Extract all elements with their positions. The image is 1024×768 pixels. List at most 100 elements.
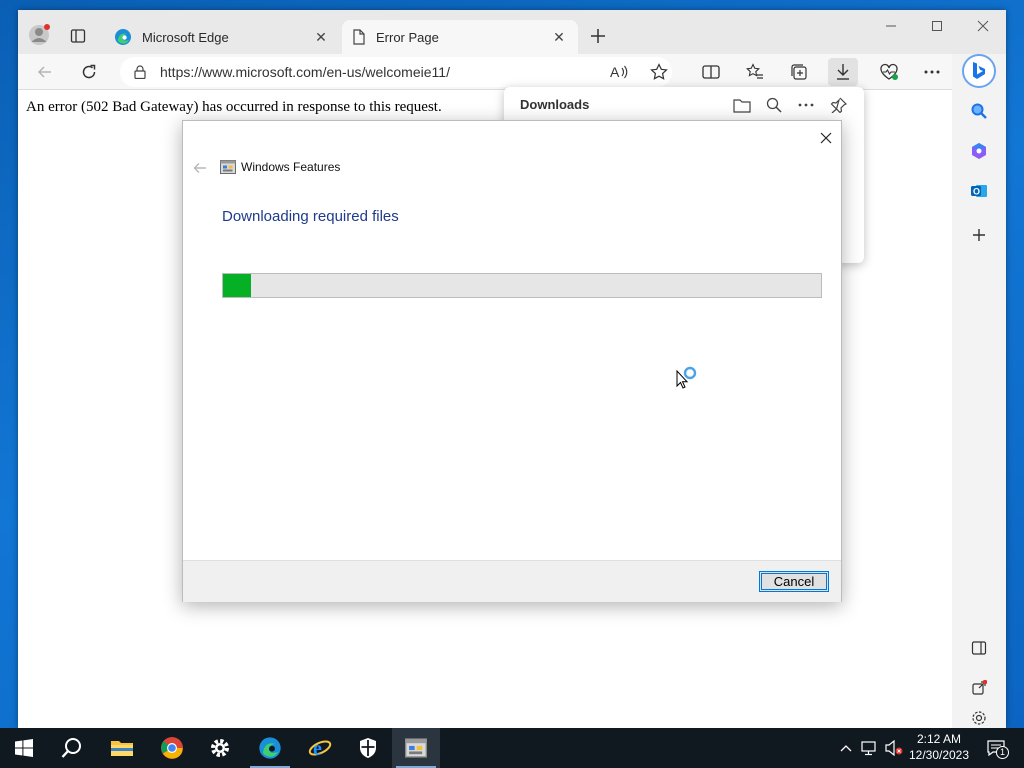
taskbar-chrome[interactable] bbox=[148, 728, 196, 768]
dialog-heading: Downloading required files bbox=[222, 208, 399, 225]
network-icon bbox=[861, 741, 876, 756]
taskbar-file-explorer[interactable] bbox=[98, 728, 146, 768]
close-tab-icon[interactable]: ✕ bbox=[312, 28, 330, 46]
more-icon bbox=[798, 103, 814, 107]
url-text: https://www.microsoft.com/en-us/welcomei… bbox=[160, 64, 450, 80]
taskbar-windows-features[interactable] bbox=[392, 728, 440, 768]
outlook-icon: O bbox=[971, 185, 987, 197]
performance-button[interactable] bbox=[874, 58, 904, 86]
show-hidden-icons-button[interactable] bbox=[836, 738, 856, 758]
refresh-button[interactable] bbox=[74, 58, 104, 86]
clock-date: 12/30/2023 bbox=[908, 748, 970, 762]
read-aloud-button[interactable]: A bbox=[604, 58, 634, 86]
start-button[interactable] bbox=[0, 728, 48, 768]
search-downloads-button[interactable] bbox=[762, 95, 786, 115]
address-bar[interactable]: https://www.microsoft.com/en-us/welcomei… bbox=[120, 57, 672, 87]
tab-strip: Microsoft Edge ✕ Error Page ✕ bbox=[18, 10, 1006, 54]
settings-menu-button[interactable] bbox=[917, 58, 947, 86]
svg-text:A: A bbox=[610, 64, 620, 80]
minimize-icon bbox=[886, 25, 896, 27]
edge-icon bbox=[259, 737, 281, 759]
collections-icon bbox=[791, 64, 807, 80]
tab-label: Microsoft Edge bbox=[142, 29, 229, 45]
downloads-more-button[interactable] bbox=[794, 95, 818, 115]
maximize-icon bbox=[932, 21, 942, 31]
tab-actions-button[interactable] bbox=[66, 24, 90, 48]
new-tab-button[interactable] bbox=[586, 24, 610, 48]
action-center-button[interactable]: 1 bbox=[982, 738, 1010, 759]
folder-icon bbox=[111, 741, 133, 756]
volume-tray-button[interactable] bbox=[884, 738, 904, 758]
taskbar: e 2:12 AM 12/30/2023 1 bbox=[0, 728, 1024, 768]
error-message: An error (502 Bad Gateway) has occurred … bbox=[26, 99, 442, 115]
star-icon bbox=[650, 63, 668, 80]
busy-cursor bbox=[676, 366, 700, 392]
back-button[interactable] bbox=[30, 58, 60, 86]
copilot-sidebar-button[interactable] bbox=[964, 136, 994, 166]
network-tray-button[interactable] bbox=[860, 738, 880, 758]
svg-text:O: O bbox=[973, 187, 980, 197]
plus-icon bbox=[973, 229, 985, 241]
cancel-button[interactable]: Cancel bbox=[759, 571, 829, 592]
refresh-icon bbox=[82, 64, 96, 79]
folder-icon bbox=[733, 98, 751, 113]
close-window-button[interactable] bbox=[960, 10, 1006, 42]
favorite-button[interactable] bbox=[644, 58, 674, 86]
downloads-button[interactable] bbox=[828, 58, 858, 86]
search-icon bbox=[766, 97, 782, 113]
gear-icon bbox=[211, 739, 229, 757]
pin-downloads-button[interactable] bbox=[827, 95, 851, 115]
search-button[interactable] bbox=[48, 728, 96, 768]
profile-button[interactable] bbox=[26, 22, 52, 48]
close-icon bbox=[820, 132, 832, 144]
open-downloads-folder-button[interactable] bbox=[730, 95, 754, 115]
chrome-icon bbox=[161, 737, 183, 759]
notification-count-badge: 1 bbox=[996, 746, 1009, 759]
taskbar-internet-explorer[interactable]: e bbox=[296, 728, 344, 768]
taskbar-settings[interactable] bbox=[196, 728, 244, 768]
system-clock[interactable]: 2:12 AM 12/30/2023 bbox=[906, 731, 972, 763]
dialog-close-button[interactable] bbox=[815, 127, 837, 149]
chevron-up-icon bbox=[840, 745, 852, 752]
dialog-back-button[interactable] bbox=[191, 159, 209, 177]
tab-actions-icon bbox=[70, 29, 86, 43]
read-aloud-icon: A bbox=[610, 64, 628, 80]
outlook-sidebar-button[interactable]: O bbox=[964, 176, 994, 206]
split-screen-button[interactable] bbox=[696, 58, 726, 86]
tab-microsoft-edge[interactable]: Microsoft Edge ✕ bbox=[104, 20, 340, 54]
taskbar-windows-security[interactable] bbox=[344, 728, 392, 768]
bing-icon bbox=[973, 62, 985, 79]
collections-button[interactable] bbox=[784, 58, 814, 86]
edge-icon bbox=[115, 29, 131, 45]
bing-chat-button[interactable] bbox=[962, 54, 996, 88]
pin-icon bbox=[831, 97, 847, 113]
windows-features-icon bbox=[220, 160, 236, 174]
windows-features-dialog: Windows Features Downloading required fi… bbox=[182, 120, 842, 602]
clock-time: 2:12 AM bbox=[916, 732, 962, 746]
gear-icon bbox=[972, 711, 986, 725]
sidebar-settings-button[interactable] bbox=[964, 710, 994, 728]
toolbar: https://www.microsoft.com/en-us/welcomei… bbox=[18, 54, 1006, 90]
search-sidebar-button[interactable] bbox=[964, 96, 994, 126]
windows-logo-icon bbox=[15, 739, 33, 757]
external-link-icon bbox=[972, 680, 987, 695]
svg-text:e: e bbox=[313, 738, 322, 760]
edge-sidebar: O bbox=[952, 54, 1006, 728]
tab-error-page[interactable]: Error Page ✕ bbox=[342, 20, 578, 54]
maximize-button[interactable] bbox=[914, 10, 960, 42]
plus-icon bbox=[591, 29, 605, 43]
page-icon bbox=[353, 29, 365, 45]
hide-sidebar-button[interactable] bbox=[964, 633, 994, 663]
back-arrow-icon bbox=[37, 66, 51, 78]
close-tab-icon[interactable]: ✕ bbox=[550, 28, 568, 46]
windows-features-icon bbox=[405, 738, 427, 758]
internet-explorer-icon: e bbox=[308, 738, 332, 760]
add-sidebar-app-button[interactable] bbox=[964, 220, 994, 250]
minimize-button[interactable] bbox=[868, 10, 914, 42]
volume-muted-icon bbox=[885, 740, 903, 756]
open-external-button[interactable] bbox=[964, 673, 994, 703]
sidebar-panel-icon bbox=[971, 641, 987, 655]
favorites-button[interactable] bbox=[740, 58, 770, 86]
taskbar-edge[interactable] bbox=[246, 728, 294, 768]
download-progress-bar bbox=[222, 273, 822, 298]
